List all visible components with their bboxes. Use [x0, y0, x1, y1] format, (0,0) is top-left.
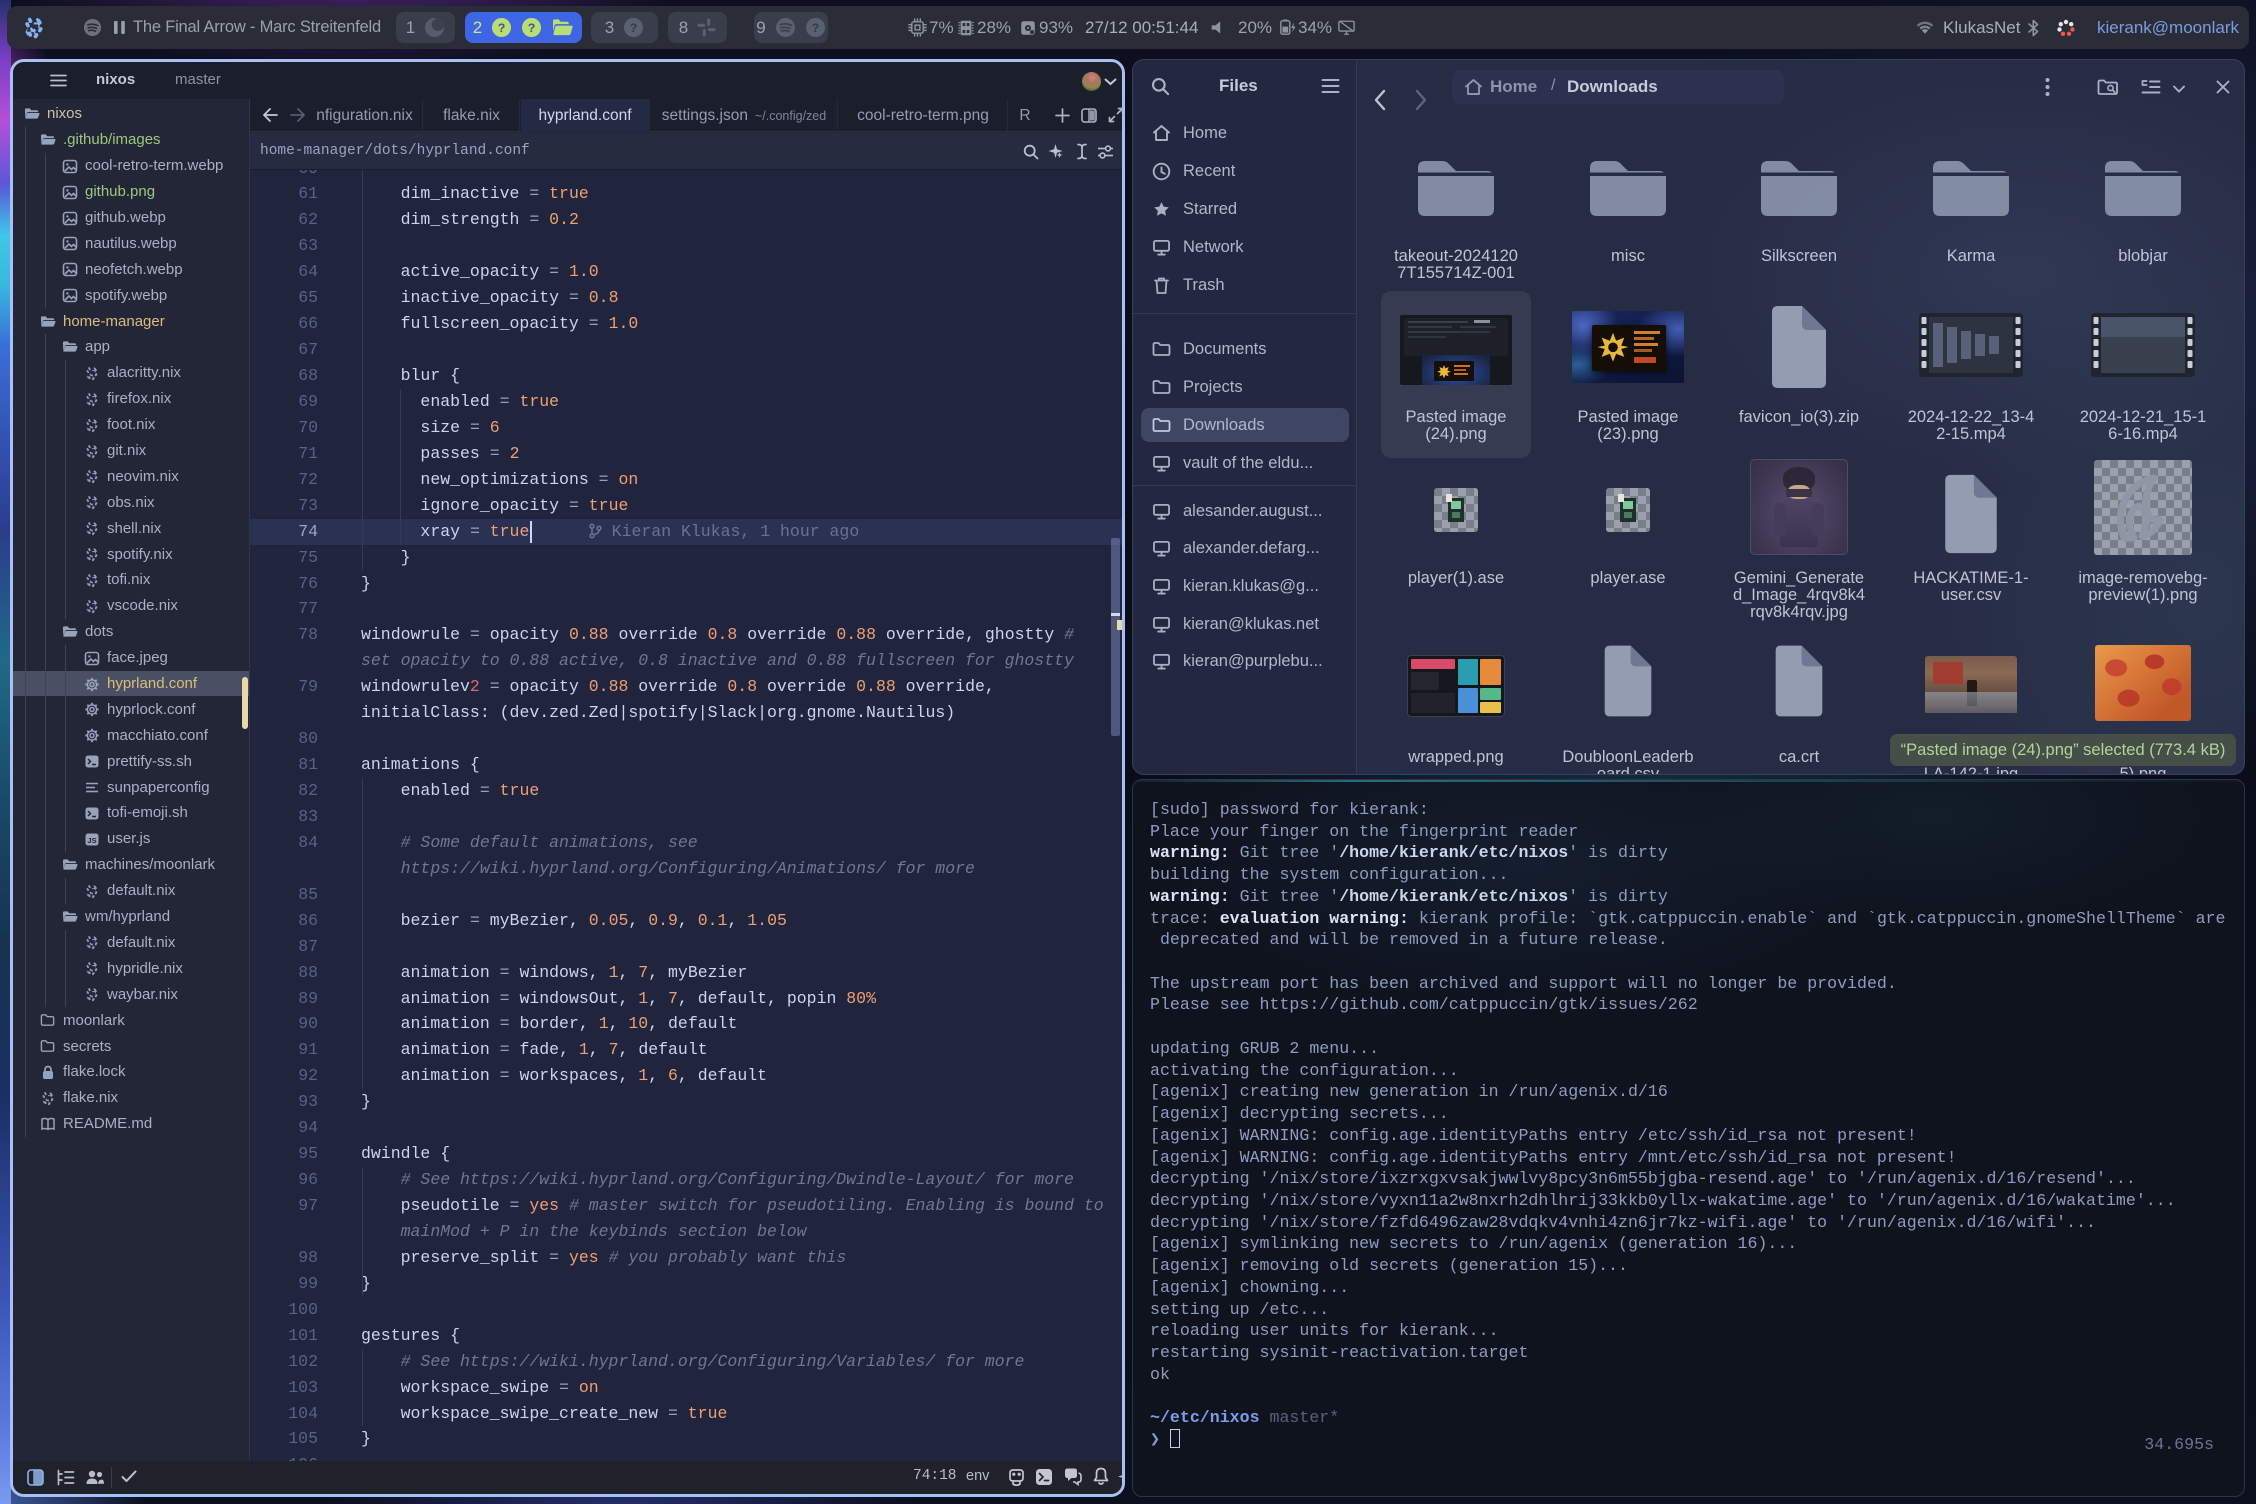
svg-text:?: ?	[811, 21, 819, 35]
svg-text:?: ?	[630, 21, 638, 35]
svg-text:?: ?	[528, 21, 536, 35]
svg-text:?: ?	[498, 21, 506, 35]
